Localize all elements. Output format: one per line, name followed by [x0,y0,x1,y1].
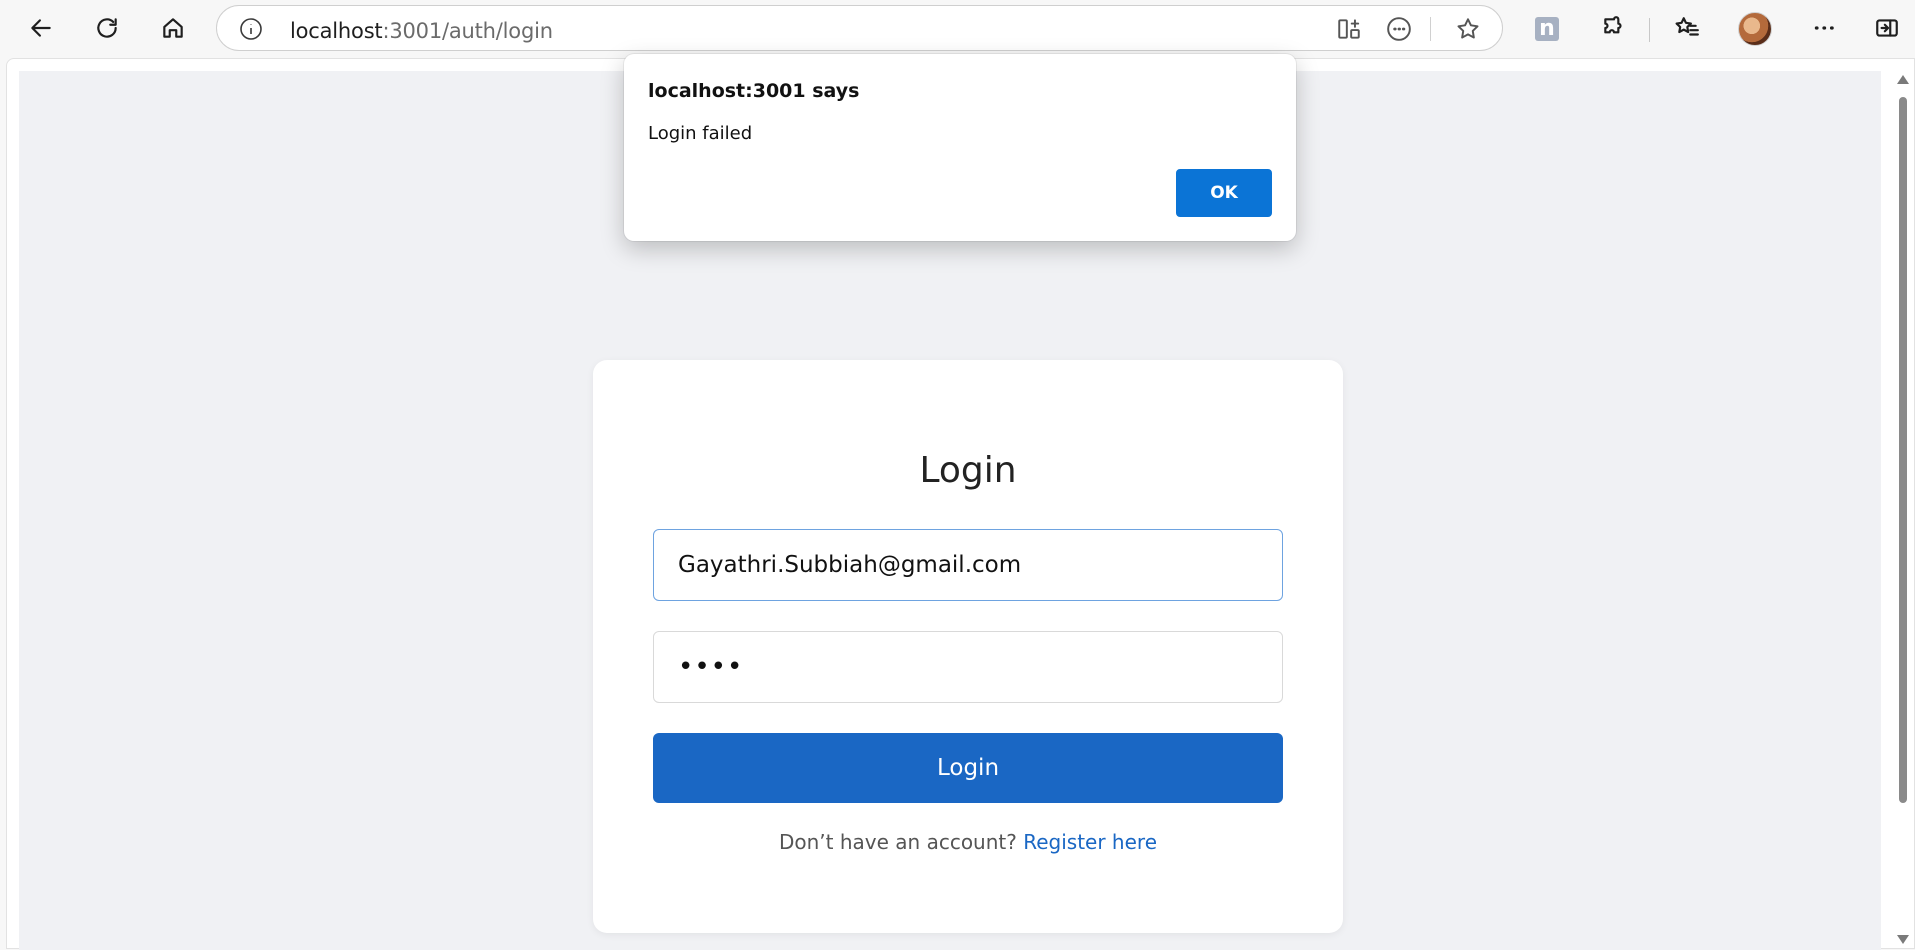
scrollbar-thumb[interactable] [1899,97,1907,803]
scroll-down-arrow-icon[interactable] [1897,935,1909,944]
password-field[interactable]: •••• [653,631,1283,703]
login-button[interactable]: Login [653,733,1283,803]
login-heading: Login [919,450,1017,491]
profile-avatar[interactable] [1738,12,1772,46]
email-value: Gayathri.Subbiah@gmail.com [678,552,1022,578]
address-bar[interactable]: localhost:3001/auth/login [216,5,1503,51]
url-host: localhost [290,19,383,43]
browser-toolbar: localhost:3001/auth/login n [0,0,1915,58]
info-icon[interactable] [239,17,263,41]
reload-icon[interactable] [87,8,127,48]
extension-n-icon[interactable]: n [1535,17,1559,41]
home-icon[interactable] [153,8,193,48]
login-card: Login Gayathri.Subbiah@gmail.com •••• Lo… [593,360,1343,933]
back-arrow-icon[interactable] [21,8,61,48]
url-text[interactable]: localhost:3001/auth/login [290,19,553,43]
alert-dialog: localhost:3001 says Login failed OK [624,54,1296,241]
vertical-scrollbar[interactable] [1892,69,1914,950]
url-path: :3001/auth/login [382,19,553,43]
dialog-title: localhost:3001 says [648,80,860,102]
more-icon[interactable] [1804,8,1844,48]
password-value: •••• [678,652,744,682]
register-prompt-text: Don’t have an account? [778,830,1017,854]
email-field[interactable]: Gayathri.Subbiah@gmail.com [653,529,1283,601]
scroll-up-arrow-icon[interactable] [1897,75,1909,84]
dialog-message: Login failed [648,123,753,144]
sidebar-icon[interactable] [1867,8,1907,48]
ok-button[interactable]: OK [1176,169,1272,217]
register-link[interactable]: Register here [1023,830,1157,854]
ellipsis-circle-icon[interactable] [1384,14,1414,44]
toolbar-separator [1649,18,1650,42]
star-icon[interactable] [1453,14,1483,44]
register-prompt: Don’t have an account? Register here [593,830,1343,854]
puzzle-icon[interactable] [1594,8,1634,48]
split-screen-icon[interactable] [1334,14,1364,44]
favorites-list-icon[interactable] [1667,8,1707,48]
address-separator [1430,17,1431,41]
